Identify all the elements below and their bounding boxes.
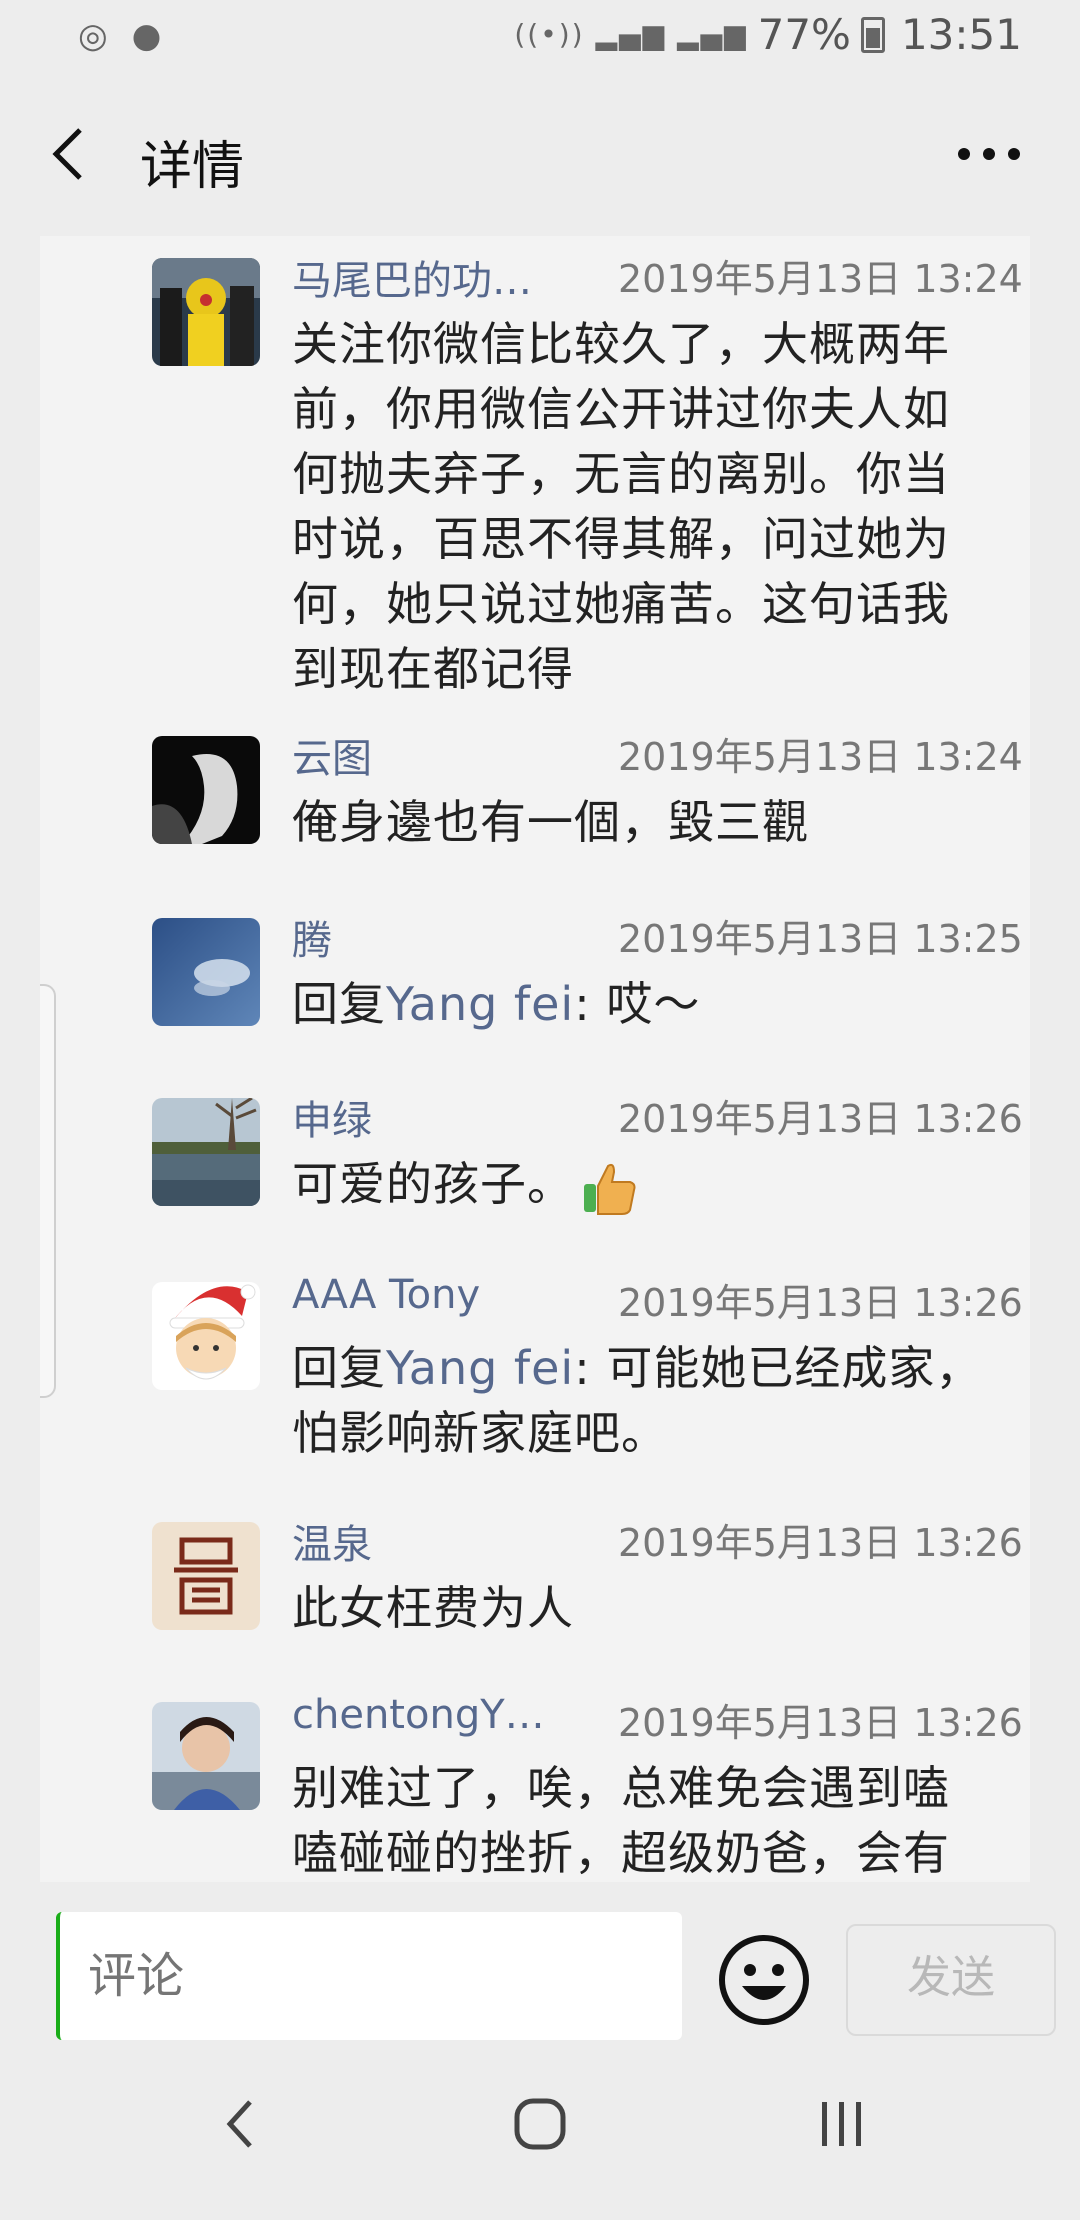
comment-input-bar: 发送 (0, 1882, 1080, 2052)
edge-panel-handle[interactable] (40, 984, 56, 1398)
avatar[interactable] (152, 1702, 260, 1810)
back-icon[interactable] (48, 126, 88, 182)
system-navigation-bar (0, 2052, 1080, 2220)
comment-time: 2019年5月13日 13:26 (618, 1281, 1023, 1325)
comment-text: 关注你微信比较久了，大概两年前，你用微信公开讲过你夫人如何抛夫弃子，无言的离别。… (292, 317, 950, 696)
commenter-name[interactable]: 温泉 (292, 1512, 372, 1570)
comment-time: 2019年5月13日 13:24 (618, 735, 1023, 779)
avatar[interactable] (152, 736, 260, 844)
comment-item: 温泉 2019年5月13日 13:26 此女枉费为人 (152, 1508, 1030, 1638)
thumbs-up-icon (584, 1163, 636, 1215)
comment-text: 回复Yang fei: 哎～ (292, 972, 992, 1037)
commenter-name[interactable]: 马尾巴的功… (292, 248, 532, 306)
commenter-name[interactable]: 腾 (292, 908, 332, 966)
comment-time: 2019年5月13日 13:26 (618, 1521, 1023, 1565)
comment-time: 2019年5月13日 13:26 (618, 1701, 1023, 1745)
status-right: ((•)) ▂▄▆ ▂▄▆ 77% 13:51 (514, 10, 1022, 59)
commenter-name[interactable]: 云图 (292, 726, 372, 784)
clock: 13:51 (900, 10, 1022, 59)
comment-text: 回复Yang fei: 可能她已经成家，怕影响新家庭吧。 (292, 1336, 992, 1466)
avatar[interactable] (152, 258, 260, 366)
status-left-icons: ◎ ● (78, 16, 185, 56)
comment-item: AAA Tony 2019年5月13日 13:26 回复Yang fei: 可能… (152, 1268, 1030, 1460)
reply-to-name[interactable]: Yang fei (386, 977, 574, 1031)
comment-item: 云图 2019年5月13日 13:24 俺身邊也有一個，毀三觀 (152, 722, 1030, 852)
home-icon[interactable] (512, 2096, 568, 2152)
emoji-icon[interactable] (716, 1932, 812, 2028)
comment-item: 腾 2019年5月13日 13:25 回复Yang fei: 哎～ (152, 904, 1030, 1034)
status-bar: ◎ ● ((•)) ▂▄▆ ▂▄▆ 77% 13:51 (0, 0, 1080, 74)
comment-list[interactable]: 马尾巴的功… 2019年5月13日 13:24 关注你微信比较久了，大概两年前，… (40, 236, 1030, 1882)
battery-percent: 77% (757, 10, 851, 59)
avatar[interactable] (152, 1098, 260, 1206)
avatar[interactable] (152, 1282, 260, 1390)
comment-item: chentongY… 2019年5月13日 13:26 别难过了，唉，总难免会遇… (152, 1688, 1030, 1882)
commenter-name[interactable]: 申绿 (292, 1088, 372, 1146)
nav-bar: 详情 (0, 74, 1080, 236)
system-back-icon[interactable] (222, 2096, 258, 2152)
send-button[interactable]: 发送 (846, 1924, 1056, 2036)
avatar[interactable] (152, 918, 260, 1026)
comment-time: 2019年5月13日 13:26 (618, 1097, 1023, 1141)
comment-item: 申绿 2019年5月13日 13:26 可爱的孩子。 (152, 1084, 1030, 1215)
drop-icon: ● (131, 16, 162, 56)
comment-time: 2019年5月13日 13:25 (618, 917, 1023, 961)
recent-apps-icon[interactable] (818, 2096, 866, 2152)
commenter-name[interactable]: AAA Tony (292, 1272, 480, 1318)
comment-input[interactable] (56, 1912, 682, 2040)
more-icon[interactable] (954, 144, 1024, 164)
comment-body: 可爱的孩子。 (292, 1157, 574, 1211)
avatar[interactable] (152, 1522, 260, 1630)
reply-to-name[interactable]: Yang fei (386, 1341, 574, 1395)
comment-time: 2019年5月13日 13:24 (618, 257, 1023, 301)
page-title: 详情 (140, 138, 245, 196)
comment-text: 此女枉费为人 (292, 1581, 574, 1635)
comment-text: 可爱的孩子。 (292, 1152, 992, 1218)
comment-item: 马尾巴的功… 2019年5月13日 13:24 关注你微信比较久了，大概两年前，… (152, 244, 1030, 704)
comment-text: 俺身邊也有一個，毀三觀 (292, 795, 809, 849)
comment-text: 别难过了，唉，总难免会遇到嗑嗑碰碰的挫折，超级奶爸，会有 (292, 1761, 950, 1880)
signal-icon: ((•)) ▂▄▆ ▂▄▆ (514, 18, 748, 51)
notification-icon: ◎ (78, 16, 108, 56)
battery-icon (860, 16, 885, 53)
reply-body: : 哎～ (574, 977, 701, 1031)
commenter-name[interactable]: chentongY… (292, 1692, 542, 1738)
reply-prefix: 回复 (292, 1341, 386, 1395)
reply-prefix: 回复 (292, 977, 386, 1031)
